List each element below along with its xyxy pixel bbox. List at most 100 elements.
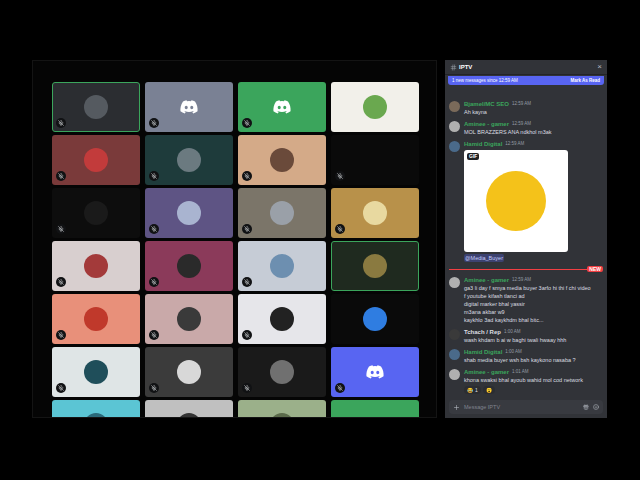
mention[interactable]: @Media_Buyer	[464, 254, 504, 262]
voice-tile[interactable]	[145, 188, 233, 238]
mic-off-icon	[151, 173, 157, 179]
author-avatar[interactable]	[449, 121, 460, 132]
message-line: m3ana akbar w9	[464, 308, 591, 316]
author-name[interactable]: Hamid Digital	[464, 348, 502, 356]
author-avatar[interactable]	[449, 329, 460, 340]
discord-logo-icon	[273, 100, 291, 114]
mic-off-icon	[337, 173, 343, 179]
chat-message: Bjamel/MC SEO12:59 AMAh kayna	[449, 98, 603, 118]
author-avatar[interactable]	[449, 369, 460, 380]
gift-icon[interactable]	[583, 404, 589, 410]
voice-tile[interactable]	[238, 82, 326, 132]
mic-off-icon	[151, 385, 157, 391]
message-line: shab media buyer wsh bsh kaykono nasaba …	[464, 356, 576, 364]
author-name[interactable]: Aminee - gamer	[464, 368, 509, 376]
message-line: kaykhlo 3ad kaykhdm bhal bitc...	[464, 316, 591, 324]
voice-tile[interactable]	[238, 294, 326, 344]
voice-tile[interactable]	[238, 135, 326, 185]
author-avatar[interactable]	[449, 101, 460, 112]
chat-header: IPTV×	[445, 60, 607, 75]
chat-message: Aminee - gamer1:01 AMkhona swaksi bhal a…	[449, 366, 603, 396]
user-avatar	[84, 307, 108, 331]
author-name[interactable]: Bjamel/MC SEO	[464, 100, 509, 108]
message-input[interactable]: Message IPTV	[449, 400, 603, 414]
voice-tile[interactable]	[331, 82, 419, 132]
author-name[interactable]: Tchach / Rep	[464, 328, 501, 336]
muted-badge	[335, 224, 345, 234]
voice-tile[interactable]	[52, 347, 140, 397]
chat-message: Tchach / Rep1:00 AMwash khdam b ai w bag…	[449, 326, 603, 346]
mic-off-icon	[244, 279, 250, 285]
voice-tile[interactable]	[331, 241, 419, 291]
voice-tile[interactable]	[238, 241, 326, 291]
voice-tile[interactable]	[52, 400, 140, 418]
user-avatar	[363, 254, 387, 278]
voice-tile[interactable]	[145, 347, 233, 397]
user-avatar	[84, 148, 108, 172]
author-name[interactable]: Aminee - gamer	[464, 120, 509, 128]
message-line: Ah kayna	[464, 108, 531, 116]
muted-badge	[242, 171, 252, 181]
mic-off-icon	[244, 332, 250, 338]
voice-tile[interactable]	[238, 400, 326, 418]
message-list: Bjamel/MC SEO12:59 AMAh kaynaAminee - ga…	[445, 85, 607, 396]
user-avatar	[177, 413, 201, 418]
mic-off-icon	[151, 120, 157, 126]
muted-badge	[242, 224, 252, 234]
voice-tile[interactable]	[331, 347, 419, 397]
voice-tile[interactable]	[52, 241, 140, 291]
voice-tile[interactable]	[145, 82, 233, 132]
gif-attachment[interactable]: GIF	[464, 150, 568, 252]
user-avatar	[363, 201, 387, 225]
voice-tile[interactable]	[145, 241, 233, 291]
mic-off-icon	[244, 173, 250, 179]
message-line: wash khdam b ai w baghi twali hwaay hhh	[464, 336, 566, 344]
discord-logo-icon	[366, 365, 384, 379]
gif-picture	[486, 171, 546, 231]
new-messages-banner[interactable]: 1 new messages since 12:59 AMMark As Rea…	[448, 76, 604, 85]
attach-icon[interactable]	[453, 404, 460, 411]
muted-badge	[242, 277, 252, 287]
reaction[interactable]: 😮	[483, 386, 495, 394]
voice-tile[interactable]	[52, 188, 140, 238]
muted-badge	[149, 118, 159, 128]
voice-tile[interactable]	[52, 294, 140, 344]
author-avatar[interactable]	[449, 349, 460, 360]
author-avatar[interactable]	[449, 277, 460, 288]
voice-tile[interactable]	[145, 400, 233, 418]
voice-tile[interactable]	[145, 135, 233, 185]
message-time: 12:59 AM	[512, 276, 531, 284]
user-avatar	[270, 307, 294, 331]
voice-tile[interactable]	[238, 188, 326, 238]
chat-message: Hamid Digital1:00 AMshab media buyer wsh…	[449, 346, 603, 366]
author-name[interactable]: Aminee - gamer	[464, 276, 509, 284]
voice-grid	[52, 82, 436, 418]
author-avatar[interactable]	[449, 141, 460, 152]
voice-tile[interactable]	[331, 188, 419, 238]
voice-tile[interactable]	[145, 294, 233, 344]
voice-tile[interactable]	[52, 135, 140, 185]
message-time: 12:59 AM	[512, 100, 531, 108]
muted-badge	[149, 224, 159, 234]
voice-tile[interactable]	[331, 294, 419, 344]
user-avatar	[363, 307, 387, 331]
muted-badge	[242, 330, 252, 340]
muted-badge	[242, 118, 252, 128]
muted-badge	[56, 171, 66, 181]
voice-tile[interactable]	[238, 347, 326, 397]
user-avatar	[84, 95, 108, 119]
mic-off-icon	[151, 279, 157, 285]
mic-off-icon	[58, 385, 64, 391]
author-name[interactable]: Hamid Digital	[464, 140, 502, 148]
user-avatar	[270, 201, 294, 225]
emoji-icon[interactable]	[593, 404, 599, 410]
mic-off-icon	[58, 173, 64, 179]
reaction[interactable]: 😂1	[464, 386, 481, 394]
voice-tile[interactable]	[331, 400, 419, 418]
voice-tile[interactable]	[52, 82, 140, 132]
voice-stage	[32, 60, 437, 418]
close-button[interactable]: ×	[597, 63, 602, 71]
voice-tile[interactable]	[331, 135, 419, 185]
user-avatar	[84, 254, 108, 278]
message-time: 1:01 AM	[512, 368, 529, 376]
